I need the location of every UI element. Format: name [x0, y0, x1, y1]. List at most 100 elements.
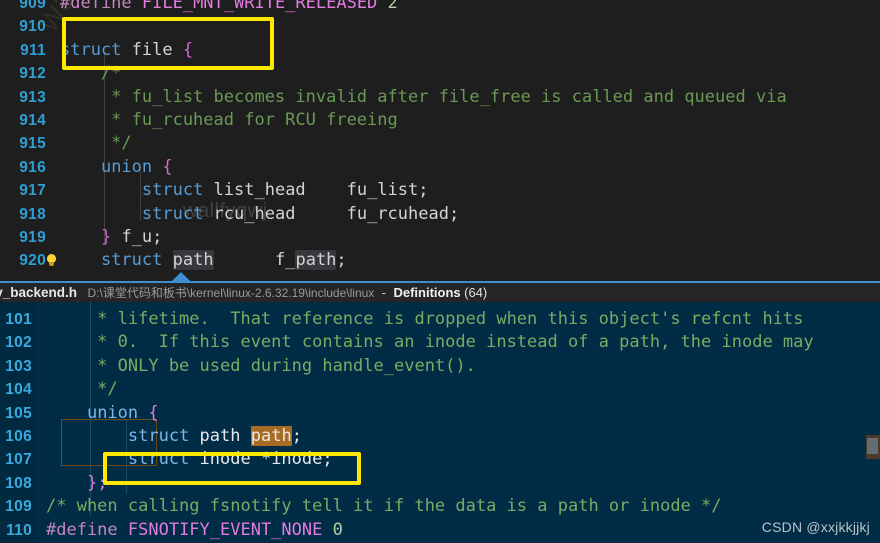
code-line-text: */: [46, 378, 117, 401]
code-line[interactable]: 110 #define FSNOTIFY_EVENT_NONE 0: [0, 519, 880, 542]
code-token: struct: [141, 203, 204, 224]
line-number: 110: [6, 521, 32, 539]
code-token: struct: [60, 39, 122, 60]
line-number: 909: [19, 0, 46, 12]
code-line[interactable]: 109 /* when calling fsnotify tell it if t…: [0, 495, 880, 518]
peek-view-header[interactable]: fsnotify_backend.h D:\课堂代码和板书\kernel\lin…: [0, 283, 880, 302]
code-line-text: * ONLY be used during handle_event().: [46, 355, 476, 378]
code-token: /* when calling fsnotify tell it if the …: [46, 496, 722, 517]
highlighted-token: path: [250, 426, 292, 446]
peek-view-arrow-icon: [172, 272, 190, 281]
code-line-text: union {: [46, 402, 159, 425]
code-line[interactable]: 916 union {: [0, 156, 880, 179]
code-token: * fu_list becomes invalid after file_fre…: [60, 86, 787, 107]
editor-pane-top[interactable]: 909 #define FILE_MNT_WRITE_RELEASED 2 910 9…: [0, 0, 880, 281]
code-line-text: * lifetime. That reference is dropped wh…: [46, 308, 803, 331]
code-line[interactable]: 101 * lifetime. That reference is droppe…: [0, 308, 880, 331]
code-line[interactable]: 911 struct file {: [0, 39, 880, 62]
code-token: * fu_rcuhead for RCU freeing: [60, 110, 398, 130]
peek-filepath: D:\课堂代码和板书\kernel\linux-2.6.32.19\includ…: [87, 286, 375, 300]
code-line[interactable]: 103 * ONLY be used during handle_event()…: [0, 355, 880, 378]
code-line[interactable]: 104 */: [0, 378, 880, 401]
line-number: 107: [5, 451, 32, 469]
highlighted-token: path: [172, 250, 214, 271]
code-token: };: [86, 472, 108, 493]
code-token: * lifetime. That reference is dropped wh…: [46, 309, 804, 329]
line-number: 914: [19, 112, 46, 129]
line-number: 106: [5, 428, 32, 445]
lightbulb-icon[interactable]: [44, 252, 58, 270]
code-line[interactable]: 106 struct path path;: [0, 425, 880, 448]
code-line-text: struct rcu_head fu_rcuhead;: [60, 203, 459, 226]
code-line[interactable]: 918 struct rcu_head fu_rcuhead;: [0, 203, 880, 226]
code-line-text: struct inode *inode;: [46, 448, 333, 471]
peek-filename[interactable]: fsnotify_backend.h: [0, 285, 77, 300]
code-line[interactable]: 107 struct inode *inode;: [0, 448, 880, 471]
code-line[interactable]: 105 union {: [0, 402, 880, 425]
code-token: 2: [387, 0, 398, 13]
code-token: struct: [100, 250, 163, 271]
line-number: 912: [19, 65, 46, 83]
code-line-text: #define FSNOTIFY_EVENT_NONE 0: [46, 519, 343, 542]
line-number: 910: [19, 18, 46, 36]
peek-editor-pane[interactable]: 101 * lifetime. That reference is droppe…: [0, 302, 880, 543]
code-line[interactable]: 909 #define FILE_MNT_WRITE_RELEASED 2: [0, 0, 880, 15]
code-token: struct: [141, 180, 204, 201]
code-line-text: /* when calling fsnotify tell it if the …: [46, 495, 722, 518]
code-line-text: * fu_rcuhead for RCU freeing: [60, 109, 398, 132]
code-token: rcu_head fu_rcuhead;: [203, 203, 460, 224]
line-number: 917: [19, 182, 46, 200]
line-number: 101: [5, 311, 32, 328]
code-line[interactable]: 910: [0, 15, 880, 38]
code-token: FSNOTIFY_EVENT_NONE: [127, 519, 333, 540]
code-line-text: struct file {: [60, 39, 193, 62]
code-token: union: [100, 156, 153, 177]
code-line[interactable]: 108 };: [0, 472, 880, 495]
peek-scrollbar-thumb[interactable]: [867, 438, 878, 454]
line-number: 916: [19, 158, 46, 176]
code-token: #define: [46, 519, 128, 540]
code-line[interactable]: 912 /*: [0, 62, 880, 85]
code-token: {: [182, 39, 194, 60]
line-number: 915: [19, 135, 46, 153]
line-number: 102: [5, 334, 32, 352]
code-line[interactable]: 913 * fu_list becomes invalid after file…: [0, 86, 880, 109]
code-line-text: union {: [60, 156, 173, 179]
code-line-text: /*: [60, 62, 121, 85]
code-line-text: * 0. If this event contains an inode ins…: [46, 331, 814, 354]
code-line-text: #define FILE_MNT_WRITE_RELEASED 2: [60, 0, 398, 15]
code-token: {: [162, 156, 173, 177]
code-token: */: [60, 133, 132, 154]
code-line-text: * fu_list becomes invalid after file_fre…: [60, 86, 787, 109]
code-token: #define: [60, 0, 142, 13]
code-token: * ONLY be used during handle_event().: [46, 355, 476, 376]
line-number: 104: [5, 381, 32, 399]
code-token: path: [189, 426, 251, 446]
code-token: union: [86, 402, 139, 423]
line-number: 920: [19, 252, 46, 270]
code-line[interactable]: 919 } f_u;: [0, 226, 880, 249]
line-number: 109: [5, 498, 32, 516]
line-number: 105: [5, 404, 32, 422]
code-token: FILE_MNT_WRITE_RELEASED: [141, 0, 388, 13]
code-line[interactable]: 102 * 0. If this event contains an inode…: [0, 331, 880, 354]
code-line-text: } f_u;: [60, 226, 162, 249]
code-line[interactable]: 920 struct path f_path;: [0, 249, 880, 272]
code-token: }: [100, 227, 112, 247]
code-token: * 0. If this event contains an inode ins…: [46, 332, 814, 353]
code-line-text: struct path path;: [46, 425, 302, 448]
line-number: 918: [19, 205, 46, 223]
code-line[interactable]: 914 * fu_rcuhead for RCU freeing: [0, 109, 880, 132]
code-token: ;: [291, 426, 302, 446]
code-line-text: */: [60, 132, 132, 155]
code-line[interactable]: 915 */: [0, 132, 880, 155]
code-token: struct: [127, 449, 190, 470]
peek-mode-label: Definitions: [393, 285, 461, 300]
code-line[interactable]: 917 struct list_head fu_list;: [0, 179, 880, 202]
